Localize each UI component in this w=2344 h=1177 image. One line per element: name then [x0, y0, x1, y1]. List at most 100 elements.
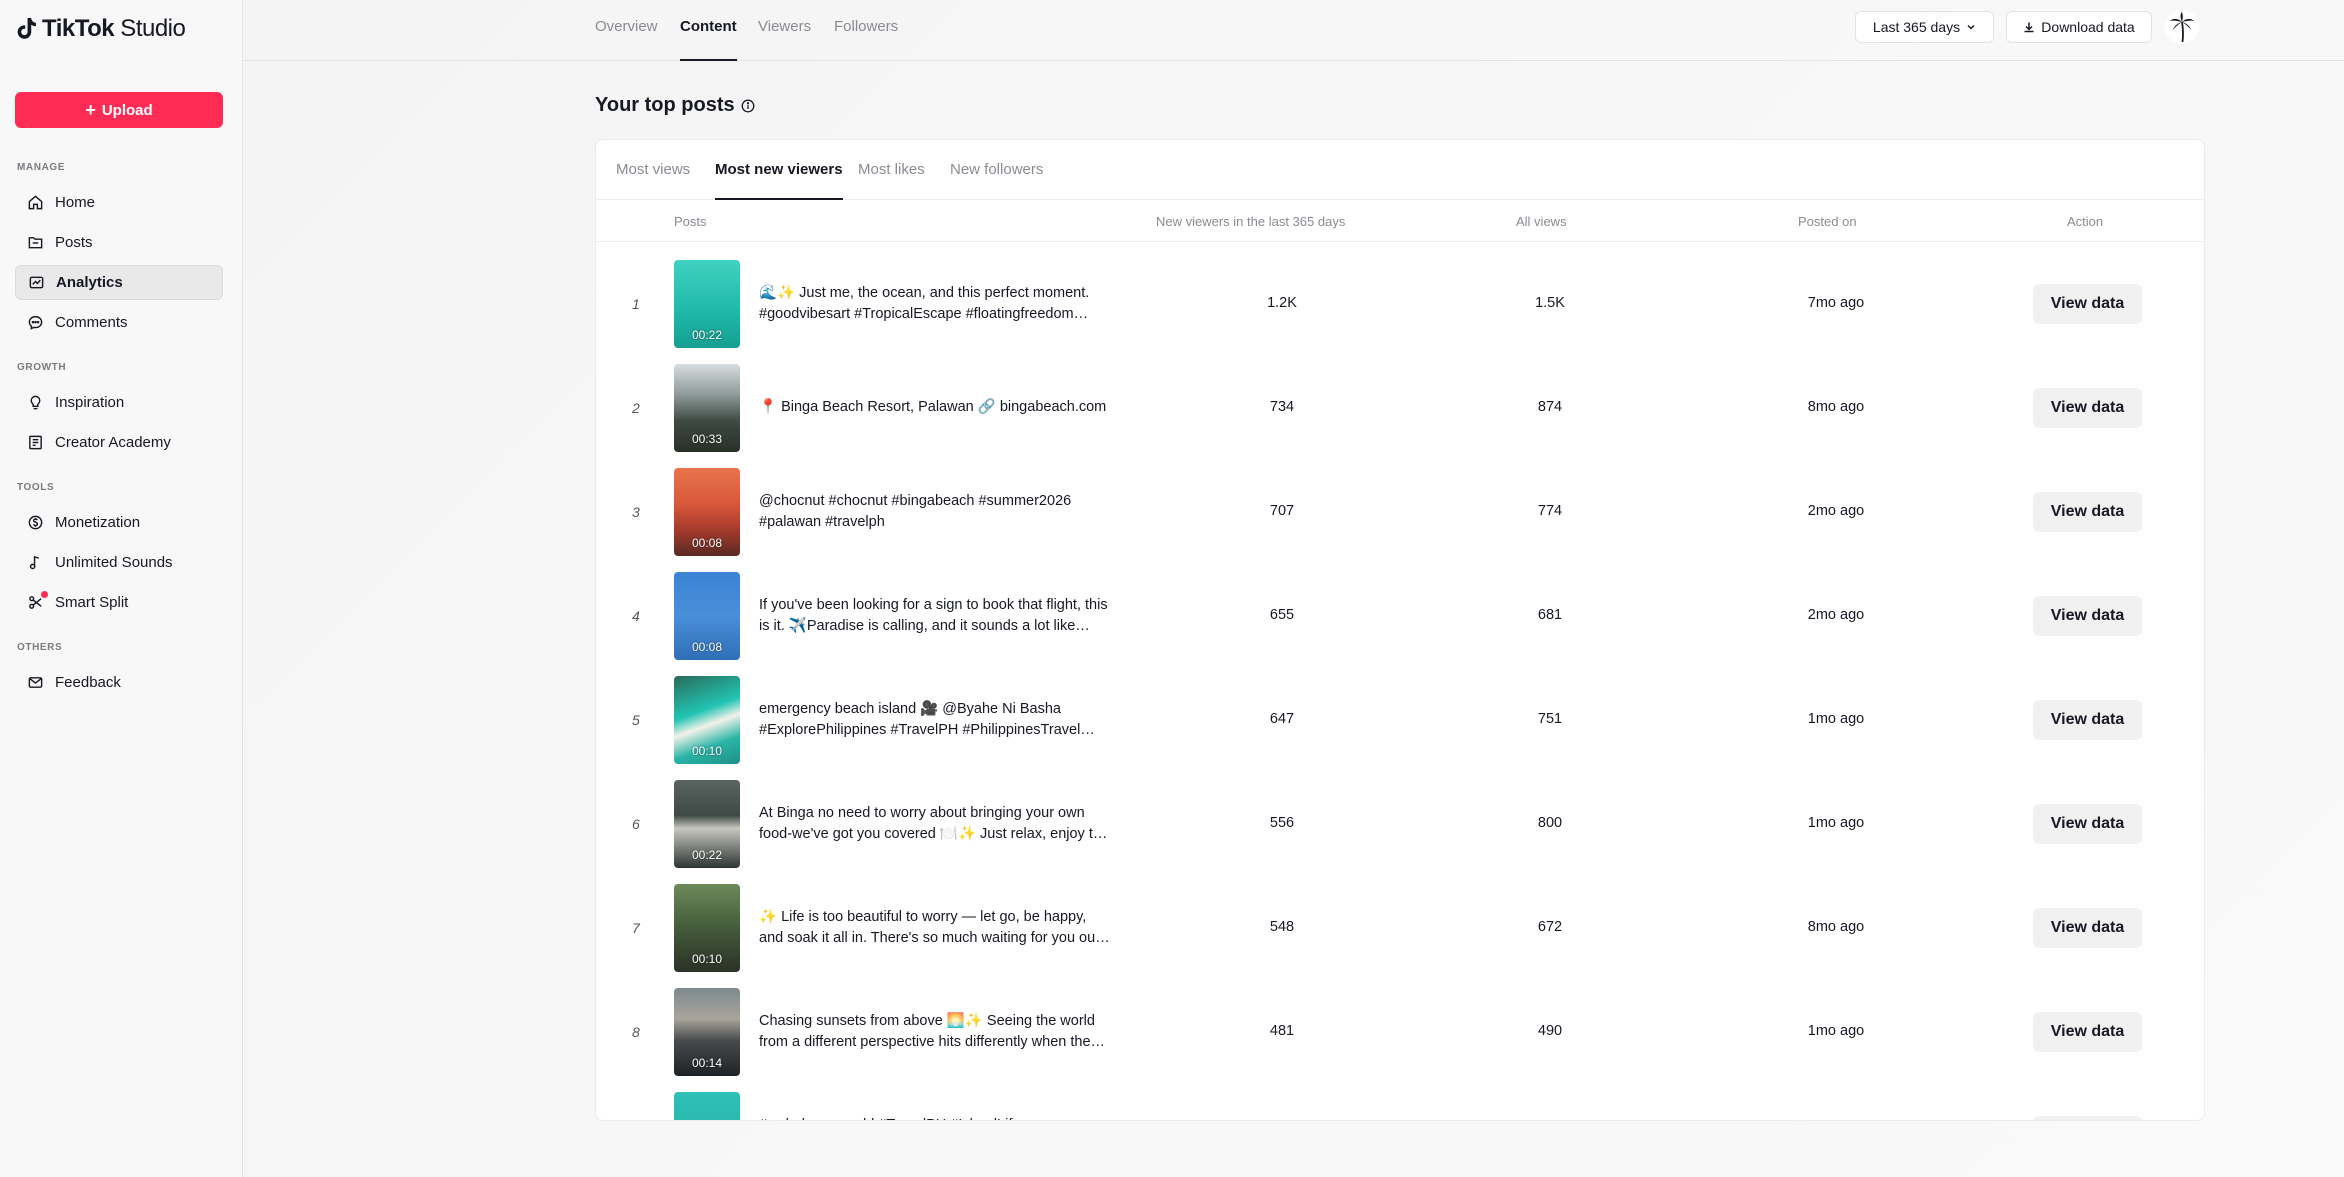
post-caption[interactable]: Chasing sunsets from above 🌅✨ Seeing the… — [759, 1011, 1111, 1053]
post-rank: 5 — [632, 712, 640, 728]
tab-content[interactable]: Content — [680, 18, 737, 61]
post-caption[interactable]: 📍 Binga Beach Resort, Palawan 🔗 bingabea… — [759, 397, 1111, 418]
tiktok-studio-logo[interactable]: TikTok Studio — [16, 14, 186, 44]
analytics-icon — [29, 276, 44, 289]
sidebar-item-posts[interactable]: Posts — [15, 225, 223, 260]
view-data-button[interactable]: View data — [2033, 388, 2142, 428]
upload-button[interactable]: + Upload — [15, 92, 223, 128]
post-duration: 00:10 — [691, 744, 723, 758]
view-data-button[interactable]: View data — [2033, 596, 2142, 636]
top-posts-tabs: Most views Most new viewers Most likes N… — [596, 140, 2204, 200]
tab-overview[interactable]: Overview — [595, 18, 658, 61]
post-thumbnail[interactable]: 00:10 — [674, 884, 740, 972]
tiktok-logo-icon — [17, 18, 36, 39]
subtab-most-likes[interactable]: Most likes — [858, 161, 925, 200]
sidebar-item-creator-academy[interactable]: Creator Academy — [15, 425, 223, 460]
post-thumbnail[interactable]: 00:22 — [674, 780, 740, 868]
table-row: 3 00:08 @chocnut #chocnut #bingabeach #s… — [596, 460, 2204, 564]
lightbulb-icon — [30, 395, 41, 410]
new-viewers-value: 734 — [1269, 399, 1295, 415]
view-data-button[interactable]: View data — [2033, 492, 2142, 532]
mail-icon — [28, 677, 43, 688]
info-icon[interactable] — [741, 99, 755, 113]
table-row: 2 00:33 📍 Binga Beach Resort, Palawan 🔗 … — [596, 356, 2204, 460]
new-viewers-value: 707 — [1269, 503, 1295, 519]
sidebar-item-home[interactable]: Home — [15, 185, 223, 220]
upload-label: Upload — [101, 101, 153, 119]
post-caption[interactable]: @chocnut #chocnut #bingabeach #summer202… — [759, 491, 1111, 533]
column-header-posts: Posts — [674, 214, 707, 229]
sidebar-item-monetization[interactable]: Monetization — [15, 505, 223, 540]
post-duration: 00:10 — [691, 952, 723, 966]
avatar[interactable] — [2165, 10, 2199, 44]
post-caption[interactable]: ✨ Life is too beautiful to worry — let g… — [759, 907, 1111, 949]
sidebar-item-label: Home — [55, 194, 96, 211]
view-data-button[interactable]: View data — [2033, 284, 2142, 324]
post-thumbnail[interactable]: 00:33 — [674, 364, 740, 452]
view-data-button[interactable]: View data — [2033, 1012, 2142, 1052]
posted-on-value: 2mo ago — [1807, 503, 1865, 519]
post-caption[interactable]: At Binga no need to worry about bringing… — [759, 803, 1111, 845]
view-data-button[interactable]: View data — [2033, 908, 2142, 948]
table-row: 5 00:10 emergency beach island 🎥 @Byahe … — [596, 668, 2204, 772]
subtab-most-views[interactable]: Most views — [616, 161, 690, 200]
sidebar-item-analytics[interactable]: Analytics — [15, 265, 223, 300]
post-duration: 00:08 — [691, 536, 723, 550]
post-caption[interactable]: emergency beach island 🎥 @Byahe Ni Basha… — [759, 699, 1111, 741]
post-thumbnail[interactable]: 00:14 — [674, 988, 740, 1076]
post-thumbnail[interactable] — [674, 1092, 740, 1120]
book-icon — [29, 435, 42, 450]
post-caption[interactable]: #awholenewworld #TravelPH #IslandLife — [759, 1115, 1111, 1120]
table-row: 4 00:08 If you've been looking for a sig… — [596, 564, 2204, 668]
post-caption[interactable]: If you've been looking for a sign to boo… — [759, 595, 1111, 637]
post-duration: 00:14 — [691, 1056, 723, 1070]
post-thumbnail[interactable]: 00:08 — [674, 468, 740, 556]
dollar-icon — [28, 515, 43, 530]
tab-viewers[interactable]: Viewers — [758, 18, 811, 61]
table-row: 1 00:22 🌊✨ Just me, the ocean, and this … — [596, 252, 2204, 356]
post-thumbnail[interactable]: 00:22 — [674, 260, 740, 348]
sidebar-item-label: Feedback — [55, 674, 121, 691]
posted-on-value: 2mo ago — [1807, 607, 1865, 623]
tab-followers[interactable]: Followers — [834, 18, 898, 61]
view-data-button[interactable]: View data — [2033, 1116, 2142, 1120]
download-icon — [2024, 22, 2034, 33]
new-viewers-value: 556 — [1269, 815, 1295, 831]
section-label-manage: MANAGE — [17, 162, 66, 173]
brand-name: TikTok Studio — [42, 15, 186, 42]
download-data-button[interactable]: Download data — [2006, 11, 2152, 43]
sidebar-item-comments[interactable]: Comments — [15, 305, 223, 340]
sidebar-item-unlimited-sounds[interactable]: Unlimited Sounds — [15, 545, 223, 580]
column-header-posted-on: Posted on — [1798, 214, 1857, 229]
view-data-button[interactable]: View data — [2033, 700, 2142, 740]
page-title-text: Your top posts — [595, 94, 735, 116]
sidebar-item-feedback[interactable]: Feedback — [15, 665, 223, 700]
post-caption[interactable]: 🌊✨ Just me, the ocean, and this perfect … — [759, 283, 1111, 325]
comment-icon — [28, 315, 43, 330]
sidebar-item-inspiration[interactable]: Inspiration — [15, 385, 223, 420]
section-label-growth: GROWTH — [17, 362, 67, 373]
post-thumbnail[interactable]: 00:10 — [674, 676, 740, 764]
post-duration: 00:22 — [691, 848, 723, 862]
view-data-button[interactable]: View data — [2033, 804, 2142, 844]
new-viewers-value: 647 — [1269, 711, 1295, 727]
sidebar-item-label: Inspiration — [55, 394, 125, 411]
post-thumbnail[interactable]: 00:08 — [674, 572, 740, 660]
posted-on-value: 7mo ago — [1807, 295, 1865, 311]
sidebar-item-label: Comments — [55, 314, 128, 331]
all-views-value: 681 — [1537, 607, 1563, 623]
main-content: Overview Content Viewers Followers Last … — [243, 0, 2344, 1177]
all-views-value: 874 — [1537, 399, 1563, 415]
post-duration: 00:08 — [691, 640, 723, 654]
column-header-action: Action — [2067, 214, 2104, 229]
chevron-down-icon — [1967, 24, 1975, 30]
subtab-new-followers[interactable]: New followers — [950, 161, 1043, 200]
post-rank: 2 — [632, 400, 640, 416]
download-label: Download data — [2041, 19, 2135, 35]
subtab-most-new-viewers[interactable]: Most new viewers — [715, 161, 843, 200]
sidebar-item-smart-split[interactable]: Smart Split — [15, 585, 223, 620]
date-range-dropdown[interactable]: Last 365 days — [1855, 11, 1994, 43]
notification-dot — [41, 591, 48, 598]
sidebar-item-label: Unlimited Sounds — [55, 554, 173, 571]
post-rank: 3 — [632, 504, 640, 520]
